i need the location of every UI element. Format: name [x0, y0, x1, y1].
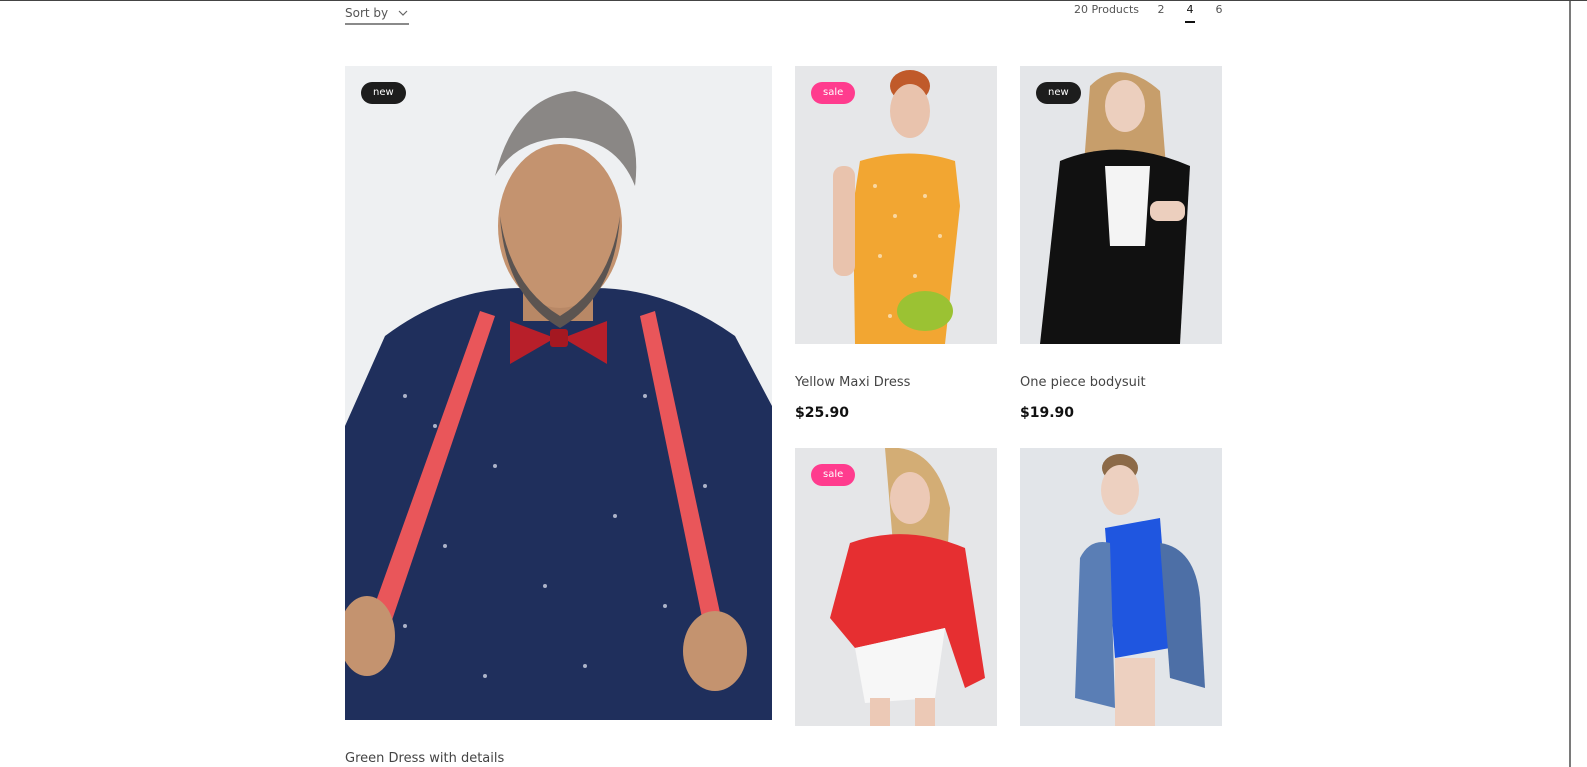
page-scrollbar[interactable] — [1569, 1, 1571, 767]
product-image — [795, 448, 997, 726]
sort-by-label: Sort by — [345, 6, 389, 20]
grid-4-columns-option[interactable]: 4 — [1184, 3, 1196, 23]
new-badge: new — [1036, 82, 1081, 104]
product-image — [1020, 66, 1222, 344]
product-card[interactable]: new — [1020, 66, 1222, 344]
product-card[interactable]: new — [345, 66, 772, 720]
product-card[interactable]: sale — [795, 448, 997, 726]
product-image — [795, 66, 997, 344]
chevron-down-icon — [398, 10, 408, 16]
new-badge: new — [361, 82, 406, 104]
sort-by-dropdown[interactable]: Sort by — [345, 6, 409, 25]
grid-6-columns-option[interactable]: 6 — [1213, 3, 1225, 16]
product-count: 20 Products — [1074, 3, 1139, 16]
sale-badge: sale — [811, 82, 856, 104]
product-image — [345, 66, 772, 720]
product-price: $25.90 — [795, 405, 850, 421]
sale-badge: sale — [811, 464, 856, 486]
product-price: $19.90 — [1020, 405, 1075, 421]
product-name[interactable]: Green Dress with details — [345, 751, 504, 766]
product-image — [1020, 448, 1222, 726]
grid-2-columns-option[interactable]: 2 — [1155, 3, 1167, 16]
product-name[interactable]: One piece bodysuit — [1020, 375, 1146, 390]
product-card[interactable] — [1020, 448, 1222, 726]
product-name[interactable]: Yellow Maxi Dress — [795, 375, 910, 390]
product-card[interactable]: sale — [795, 66, 997, 344]
